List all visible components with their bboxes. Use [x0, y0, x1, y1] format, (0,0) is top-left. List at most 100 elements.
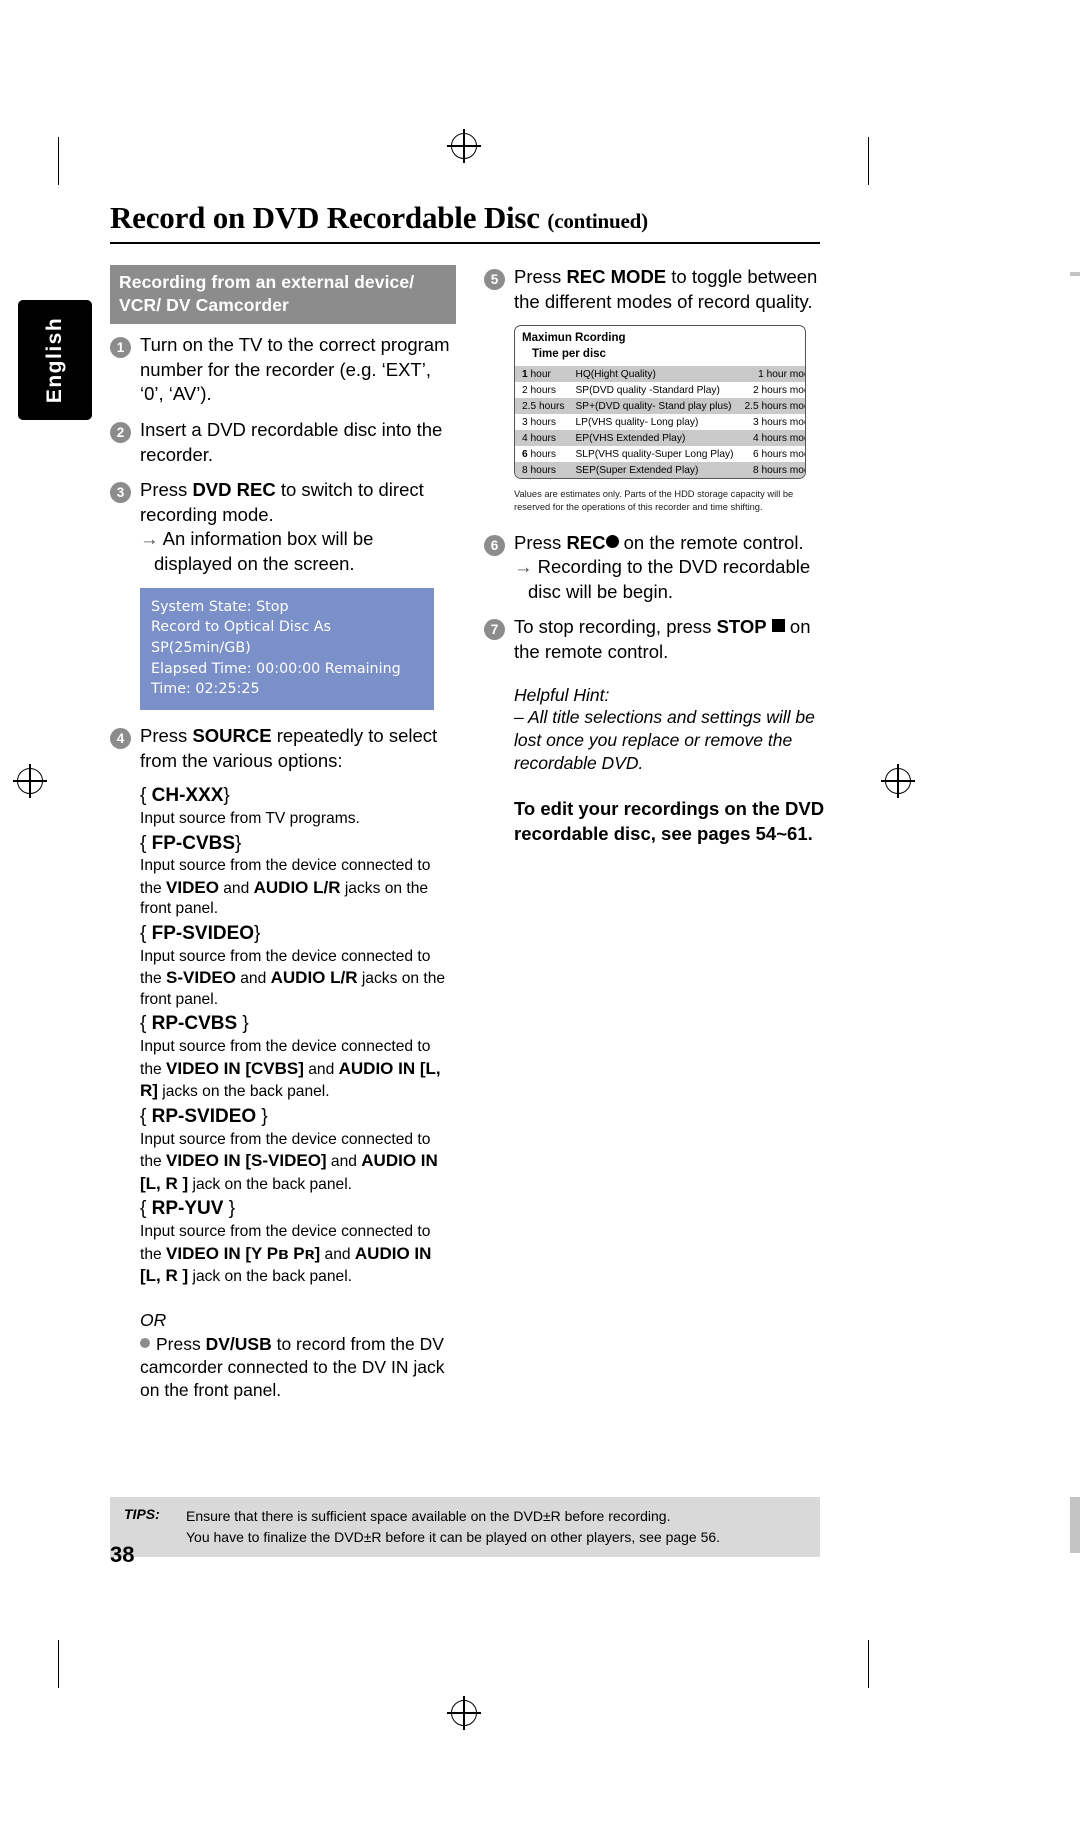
step-6-result-text: Recording to the DVD recordable disc wil…	[528, 556, 811, 602]
option-label: RP-CVBS	[151, 1013, 238, 1035]
cell-time: 6 hours	[522, 448, 556, 460]
cell-time: 1 hour	[515, 366, 569, 383]
source-option-name: { RP-CVBS }	[140, 1012, 456, 1037]
cell-time: 4 hours	[515, 430, 569, 447]
page-body: Recording from an external device/ VCR/ …	[110, 265, 830, 1402]
option-label: RP-YUV	[151, 1198, 224, 1220]
crop-mark-bottom-right	[868, 1640, 870, 1688]
right-column: 5 Press REC MODE to toggle between the d…	[484, 265, 830, 1402]
rec-mode-table-header: Maximun Rcording Time per disc	[515, 326, 805, 366]
cell-mode: EP(VHS Extended Play)	[568, 430, 738, 447]
step-number: 2	[110, 421, 131, 443]
step-3-result-text: An information box will be displayed on …	[154, 528, 374, 574]
step-4-pre: Press	[140, 725, 193, 747]
table-row: 1 hour HQ(Hight Quality) 1 hour mode	[515, 366, 805, 383]
info-record-target: Record to Optical Disc As SP(25min/GB)	[151, 619, 331, 656]
step-7: 7 To stop recording, press STOP on the r…	[484, 615, 830, 664]
brace-open: {	[140, 832, 152, 854]
cell-mode: SP(DVD quality -Standard Play)	[575, 384, 720, 396]
registration-mark-left	[13, 764, 47, 798]
desc-part: jack on the back panel.	[188, 1268, 352, 1286]
step-number: 4	[110, 728, 131, 750]
stop-square-icon	[771, 619, 785, 633]
source-option: { RP-CVBS } Input source from the device…	[140, 1012, 456, 1102]
edit-recordings-note: To edit your recordings on the DVD recor…	[514, 798, 825, 844]
table-row: 2.5 hours SP+(DVD quality- Stand play pl…	[515, 398, 805, 415]
registration-mark-right	[881, 764, 915, 798]
step-text: Insert a DVD recordable disc into the re…	[140, 418, 443, 465]
source-option: { FP-CVBS} Input source from the device …	[140, 832, 456, 920]
option-label: FP-SVIDEO	[151, 923, 255, 944]
step-number: 5	[484, 269, 505, 290]
desc-part-bold: AUDIO L/R	[270, 968, 358, 988]
step-4-key: SOURCE	[192, 725, 272, 747]
step-6: 6 Press REC on the remote control. → Rec…	[484, 531, 830, 605]
source-option-desc: Input source from the device connected t…	[140, 1222, 456, 1288]
step-text: Press DVD REC to switch to direct record…	[140, 478, 456, 576]
desc-part-bold: VIDEO IN [CVBS]	[166, 1058, 304, 1078]
rec-table-head-line1: Maximun Rcording	[522, 332, 626, 345]
table-row: 2 hours SP(DVD quality -Standard Play) 2…	[515, 382, 805, 398]
source-option-name: { FP-CVBS}	[140, 832, 456, 857]
brace-close: }	[254, 923, 261, 944]
source-option: { RP-SVIDEO } Input source from the devi…	[140, 1105, 456, 1195]
brace-close: }	[223, 1198, 236, 1220]
step-text: Press SOURCE repeatedly to select from t…	[140, 724, 456, 773]
step-text: Press REC MODE to toggle between the dif…	[514, 265, 830, 314]
step-number: 1	[110, 337, 131, 359]
cell-label: 4 hours mode	[737, 430, 805, 447]
cell-label: 8 hours mode	[737, 462, 805, 479]
cell-time: 8 hours	[515, 462, 569, 479]
desc-part: and	[235, 970, 271, 988]
step-number: 6	[484, 534, 505, 556]
bullet-icon	[140, 1337, 150, 1348]
dv-usb-key: DV/USB	[205, 1333, 272, 1354]
tips-content: Ensure that there is sufficient space av…	[186, 1506, 720, 1547]
brace-close: }	[223, 785, 230, 807]
page-header: Record on DVD Recordable Disc (continued…	[110, 200, 830, 244]
cell-label: 3 hours mode	[752, 416, 805, 428]
rec-mode-table: Maximun Rcording Time per disc 1 hour HQ…	[514, 325, 806, 480]
cell-time-bold: 6	[522, 448, 528, 460]
left-column: Recording from an external device/ VCR/ …	[110, 265, 456, 1402]
table-row: 8 hours SEP(Super Extended Play) 8 hours…	[515, 462, 805, 479]
rec-mode-rows: 1 hour HQ(Hight Quality) 1 hour mode 2 h…	[515, 366, 805, 479]
source-option: { FP-SVIDEO} Input source from the devic…	[140, 922, 456, 1010]
brace-close: }	[237, 1013, 249, 1035]
option-label: RP-SVIDEO	[151, 1105, 257, 1127]
cell-mode: LP(VHS quality- Long play)	[575, 416, 699, 428]
step-5-pre: Press	[514, 266, 567, 287]
table-row: 3 hours LP(VHS quality- Long play) 3 hou…	[515, 414, 805, 430]
or-label: OR	[140, 1309, 167, 1330]
title-divider	[110, 242, 820, 244]
step-3-key: DVD REC	[192, 479, 276, 501]
brace-open: {	[140, 1013, 152, 1035]
desc-part: Input source from TV programs.	[140, 810, 360, 827]
desc-part-bold: VIDEO	[166, 877, 219, 897]
desc-part: jacks on the back panel.	[157, 1083, 330, 1101]
page-title-continued: (continued)	[547, 209, 648, 233]
page-title-main: Record on DVD Recordable Disc	[110, 200, 540, 235]
rec-table-footnote: Values are estimates only. Parts of the …	[514, 489, 794, 513]
page-edge-marker-top	[1070, 272, 1080, 276]
system-info-box: System State: Stop Record to Optical Dis…	[140, 587, 434, 711]
brace-open: {	[140, 785, 152, 807]
brace-open: {	[140, 1198, 152, 1220]
desc-part-bold: VIDEO IN [Y Pв Pʀ]	[166, 1243, 321, 1263]
language-side-tab-label: English	[43, 316, 66, 404]
cell-label: 1 hour mode	[737, 366, 805, 383]
dv-usb-instruction: Press DV/USB to record from the DV camco…	[140, 1333, 456, 1403]
source-option-desc: Input source from the device connected t…	[140, 1037, 456, 1103]
cell-label: 2 hours mode	[752, 384, 805, 396]
step-5-key: REC MODE	[566, 266, 667, 287]
desc-part: and	[326, 1153, 362, 1171]
source-option-name: { RP-SVIDEO }	[140, 1105, 456, 1130]
arrow-icon: →	[514, 556, 533, 578]
cell-mode: HQ(Hight Quality)	[568, 366, 738, 383]
step-3: 3 Press DVD REC to switch to direct reco…	[110, 478, 456, 576]
source-options-list: { CH-XXX} Input source from TV programs.…	[140, 784, 456, 1287]
tips-line-2: You have to finalize the DVD±R before it…	[186, 1528, 721, 1545]
cell-label: 6 hours mode	[752, 448, 805, 460]
step-text: To stop recording, press STOP on the rem…	[514, 615, 830, 664]
step-2: 2 Insert a DVD recordable disc into the …	[110, 418, 456, 467]
